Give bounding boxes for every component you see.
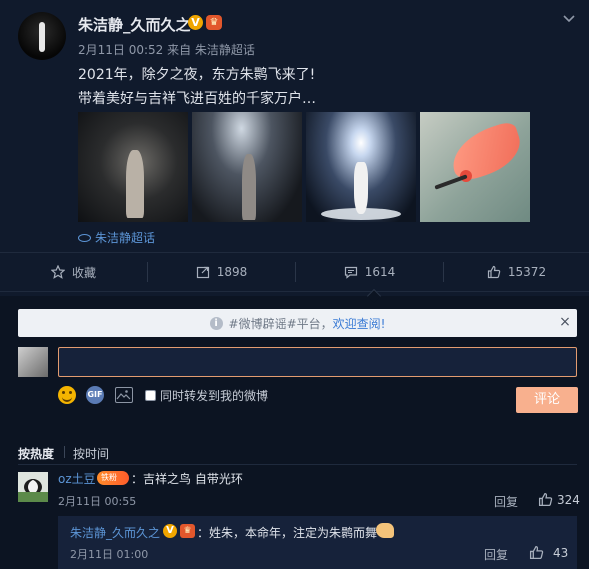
reply-like-count: 43 bbox=[553, 546, 569, 560]
post-photo-3[interactable] bbox=[306, 112, 416, 222]
thumbs-up-icon bbox=[487, 265, 501, 279]
fan-badge: 铁粉 bbox=[97, 471, 129, 485]
author-avatar[interactable] bbox=[18, 12, 66, 60]
comment-icon bbox=[344, 266, 357, 279]
thumbs-up-icon[interactable] bbox=[538, 492, 553, 507]
info-icon: i bbox=[209, 316, 223, 330]
image-icon[interactable] bbox=[115, 387, 133, 403]
notice-text: #微博辟谣#平台， bbox=[228, 316, 333, 331]
post-photo-4[interactable] bbox=[420, 112, 530, 222]
commenter-avatar[interactable] bbox=[18, 472, 48, 502]
topic-label: 朱洁静超话 bbox=[95, 231, 156, 245]
post-text-line-2: 带着美好与吉祥飞进百姓的千家万户… bbox=[78, 91, 316, 107]
divider bbox=[18, 464, 577, 465]
verified-badge-icon: V bbox=[163, 524, 177, 538]
reply-time: 2月11日 01:00 bbox=[70, 548, 149, 561]
forward-checkbox-label[interactable]: 同时转发到我的微博 bbox=[160, 387, 268, 404]
reply-button[interactable]: 回复 bbox=[484, 546, 508, 563]
comment-text: ：吉祥之鸟 自带光环 bbox=[131, 472, 243, 486]
sort-by-time[interactable]: 按时间 bbox=[73, 445, 109, 462]
favorite-button[interactable]: 收藏 bbox=[0, 252, 147, 292]
notice-link[interactable]: 欢迎查阅! bbox=[333, 315, 386, 332]
forward-checkbox[interactable] bbox=[145, 390, 156, 401]
comment-time: 2月11日 00:55 bbox=[58, 495, 137, 508]
author-name[interactable]: 朱洁静_久而久之 bbox=[78, 14, 191, 35]
supertopic-icon bbox=[78, 233, 91, 242]
divider bbox=[0, 291, 589, 292]
flexed-bicep-emoji-icon bbox=[376, 523, 394, 538]
reply-button[interactable]: 回复 bbox=[494, 493, 518, 510]
repost-icon bbox=[196, 266, 209, 279]
submit-comment-button[interactable]: 评论 bbox=[516, 387, 578, 413]
comment-input[interactable] bbox=[58, 347, 577, 377]
current-user-avatar bbox=[18, 347, 48, 377]
reply-text: ：姓朱，本命年，注定为朱鹮而舞 bbox=[197, 526, 378, 540]
reply-author-name[interactable]: 朱洁静_久而久之 bbox=[70, 524, 160, 541]
crown-badge-icon: ♛ bbox=[180, 524, 195, 538]
like-button[interactable]: 15372 bbox=[444, 252, 589, 292]
crown-badge-icon: ♛ bbox=[206, 15, 222, 30]
close-icon[interactable]: × bbox=[555, 312, 575, 332]
comment-like-count: 324 bbox=[557, 493, 580, 507]
commenter-name[interactable]: oz土豆 bbox=[58, 470, 96, 487]
gif-icon[interactable]: GIF bbox=[86, 386, 104, 404]
repost-button[interactable]: 1898 bbox=[148, 252, 295, 292]
topic-link[interactable]: 朱洁静超话 bbox=[78, 229, 155, 246]
post-photo-2[interactable] bbox=[192, 112, 302, 222]
sort-separator bbox=[64, 446, 65, 458]
emoji-icon[interactable] bbox=[58, 386, 76, 404]
chevron-down-icon[interactable] bbox=[561, 10, 577, 26]
comment-button[interactable]: 1614 bbox=[296, 252, 443, 292]
rumor-notice-banner: i #微博辟谣#平台， 欢迎查阅! bbox=[18, 309, 577, 337]
star-icon bbox=[50, 265, 65, 279]
verified-badge-icon: V bbox=[188, 15, 203, 30]
post-meta: 2月11日 00:52 来自 朱洁静超话 bbox=[78, 43, 255, 57]
thumbs-up-icon[interactable] bbox=[529, 545, 544, 560]
post-text-line-1: 2021年，除夕之夜，东方朱鹮飞来了! bbox=[78, 67, 316, 83]
post-photo-1[interactable] bbox=[78, 112, 188, 222]
sort-by-hot[interactable]: 按热度 bbox=[18, 445, 54, 462]
